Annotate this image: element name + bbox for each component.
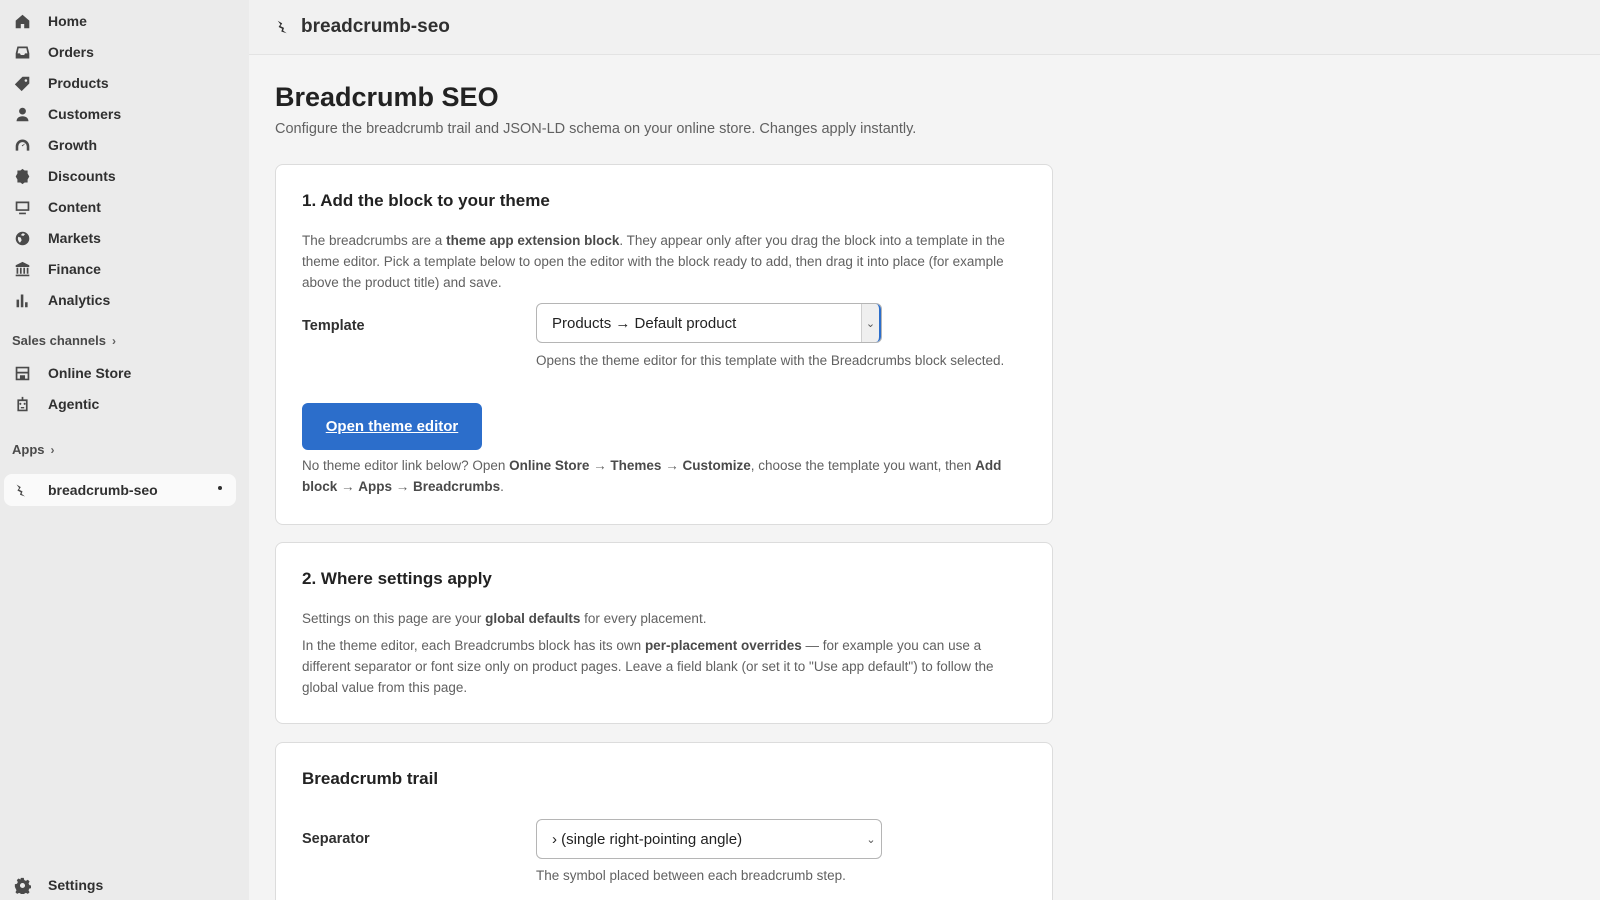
chevron-down-icon: ⌄ [861,304,881,342]
sidebar-item-markets[interactable]: Markets [4,224,236,252]
bar-chart-icon [12,290,32,310]
card-heading: 1. Add the block to your theme [302,191,550,210]
gear-icon [12,875,32,895]
sidebar: Home Orders Products Customers Growth Di… [0,0,249,900]
section-label-text: Apps [12,442,45,457]
chevron-down-icon: ⌄ [866,833,876,846]
sidebar-item-label: Home [48,13,87,29]
page-title: Breadcrumb SEO [275,82,499,112]
sidebar-item-label: breadcrumb-seo [48,482,158,498]
global-defaults-text: Settings on this page are your global de… [302,611,707,626]
per-placement-text: In the theme editor, each Breadcrumbs bl… [302,638,994,695]
sidebar-item-label: Growth [48,137,97,153]
sidebar-item-customers[interactable]: Customers [4,100,236,128]
sidebar-item-label: Finance [48,261,101,277]
sidebar-item-label: Settings [48,877,104,893]
theme-block-description: The breadcrumbs are a theme app extensio… [302,233,1005,290]
template-select[interactable]: Products → Default product ⌄ [536,303,882,343]
bank-icon [12,259,32,279]
sidebar-item-agentic[interactable]: Agentic [4,390,236,418]
sidebar-item-label: Orders [48,44,94,60]
chevron-right-icon: › [50,442,55,457]
section-label-text: Sales channels [12,333,106,348]
separator-label: Separator [302,831,370,847]
inbox-icon [12,42,32,62]
sidebar-item-breadcrumb-seo[interactable]: breadcrumb-seo [4,474,236,506]
sidebar-item-analytics[interactable]: Analytics [4,286,236,314]
sidebar-item-orders[interactable]: Orders [4,38,236,66]
discount-icon [12,166,32,186]
content-icon [12,197,32,217]
main-content: Breadcrumb SEO Configure the breadcrumb … [249,55,1600,900]
sidebar-item-label: Analytics [48,292,111,308]
app-header: breadcrumb-seo [249,0,1600,55]
separator-selected-value: › (single right-pointing angle) [552,830,743,848]
sidebar-item-label: Online Store [48,365,132,381]
sidebar-item-content[interactable]: Content [4,193,236,221]
card-heading: Breadcrumb trail [302,769,439,788]
settings-scope-card: 2. Where settings apply Settings on this… [275,542,1053,724]
sidebar-item-label: Content [48,199,101,215]
sidebar-item-label: Products [48,75,109,91]
breadcrumb-app-icon [273,16,295,38]
template-selected-value: Products → Default product [552,314,737,332]
sidebar-item-growth[interactable]: Growth [4,131,236,159]
sidebar-item-settings[interactable]: Settings [4,871,236,899]
manual-instructions: No theme editor link below? Open Online … [302,458,1002,494]
sidebar-item-home[interactable]: Home [4,7,236,35]
chevron-right-icon: › [111,333,116,348]
separator-hint: The symbol placed between each breadcrum… [536,868,846,883]
breadcrumb-trail-card: Breadcrumb trail Separator › (single rig… [275,742,1053,900]
apps-header[interactable]: Apps › [12,442,55,457]
sidebar-item-products[interactable]: Products [4,69,236,97]
card-heading: 2. Where settings apply [302,569,492,588]
person-icon [12,104,32,124]
sidebar-item-finance[interactable]: Finance [4,255,236,283]
open-theme-editor-button[interactable]: Open theme editor [302,403,482,450]
app-title: breadcrumb-seo [301,16,450,37]
sidebar-item-label: Markets [48,230,101,246]
theme-block-card: 1. Add the block to your theme The bread… [275,164,1053,525]
sidebar-item-label: Agentic [48,396,100,412]
sidebar-item-discounts[interactable]: Discounts [4,162,236,190]
sales-channels-header[interactable]: Sales channels › [12,333,116,348]
template-hint: Opens the theme editor for this template… [536,353,1005,368]
robot-icon [12,394,32,414]
store-icon [12,363,32,383]
template-label: Template [302,318,365,334]
breadcrumb-app-icon [12,480,32,500]
home-icon [12,11,32,31]
active-dot [218,486,222,490]
sidebar-item-label: Discounts [48,168,116,184]
tag-icon [12,73,32,93]
separator-select[interactable]: › (single right-pointing angle) ⌄ [536,819,882,859]
sidebar-item-online-store[interactable]: Online Store [4,359,236,387]
globe-icon [12,228,32,248]
page-subtitle: Configure the breadcrumb trail and JSON-… [275,121,917,137]
sidebar-item-label: Customers [48,106,122,122]
gauge-icon [12,135,32,155]
